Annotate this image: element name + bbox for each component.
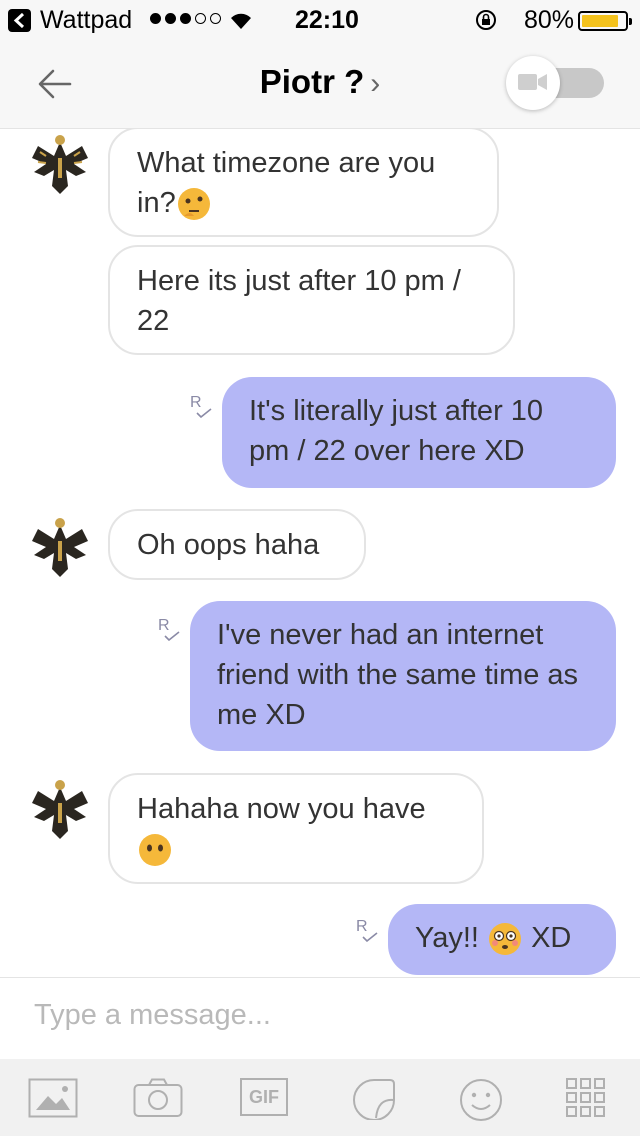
sticker-icon[interactable] (352, 1078, 396, 1120)
thinking-face-icon (177, 188, 210, 221)
message-outgoing[interactable]: It's literally just after 10 pm / 22 ove… (222, 377, 616, 488)
status-app-name[interactable]: Wattpad (40, 6, 132, 35)
message-text: XD (531, 922, 572, 954)
message-incoming[interactable]: Oh oops haha (108, 509, 366, 580)
chat-header: Piotr ? › (0, 40, 640, 129)
status-time: 22:10 (295, 6, 359, 34)
compose-bar[interactable]: Type a message... (0, 977, 640, 1060)
battery-percentage: 80% (524, 6, 575, 34)
message-outgoing[interactable]: I've never had an internet friend with t… (190, 601, 616, 751)
rotation-lock-icon (476, 10, 496, 30)
contact-avatar[interactable] (24, 773, 96, 845)
status-bar: Wattpad 22:10 80% (0, 0, 640, 40)
grid-icon[interactable] (566, 1078, 606, 1118)
gif-icon[interactable]: GIF (240, 1078, 288, 1116)
message-text: Here its just after 10 pm / 22 (137, 265, 461, 337)
chevron-right-icon[interactable]: › (370, 67, 380, 100)
flushed-face-icon (489, 923, 521, 956)
contact-avatar[interactable] (24, 511, 96, 583)
message-outgoing[interactable]: Yay!! XD (388, 904, 616, 975)
message-text: Oh oops haha (137, 529, 320, 561)
checkmark-icon (196, 408, 212, 418)
message-incoming[interactable]: Here its just after 10 pm / 22 (108, 245, 515, 355)
image-icon[interactable] (28, 1078, 78, 1118)
checkmark-icon (362, 932, 378, 942)
contact-name[interactable]: Piotr ? (260, 63, 365, 100)
face-without-mouth-icon (139, 834, 171, 867)
message-incoming[interactable]: What timezone are you in? (108, 129, 499, 237)
message-text: It's literally just after 10 pm / 22 ove… (249, 395, 544, 467)
message-incoming[interactable]: Hahaha now you have (108, 773, 484, 884)
signal-strength-icon (150, 13, 221, 24)
message-input[interactable]: Type a message... (34, 999, 271, 1032)
message-text: I've never had an internet friend with t… (217, 619, 579, 731)
message-thread[interactable]: What timezone are you in? Here its just … (0, 129, 640, 976)
video-camera-icon (518, 74, 547, 90)
contact-avatar[interactable] (24, 129, 96, 200)
smiley-icon[interactable] (459, 1078, 503, 1122)
back-to-app-icon[interactable] (8, 9, 31, 32)
message-text: Hahaha now you have (137, 793, 426, 825)
checkmark-icon (164, 631, 180, 641)
video-toggle-knob[interactable] (506, 56, 560, 110)
battery-icon (578, 11, 632, 31)
video-toggle[interactable] (506, 56, 604, 110)
attachment-toolbar: GIF (0, 1059, 640, 1136)
message-text: Yay!! (415, 922, 479, 954)
wifi-icon (231, 13, 251, 29)
camera-icon[interactable] (133, 1078, 183, 1118)
